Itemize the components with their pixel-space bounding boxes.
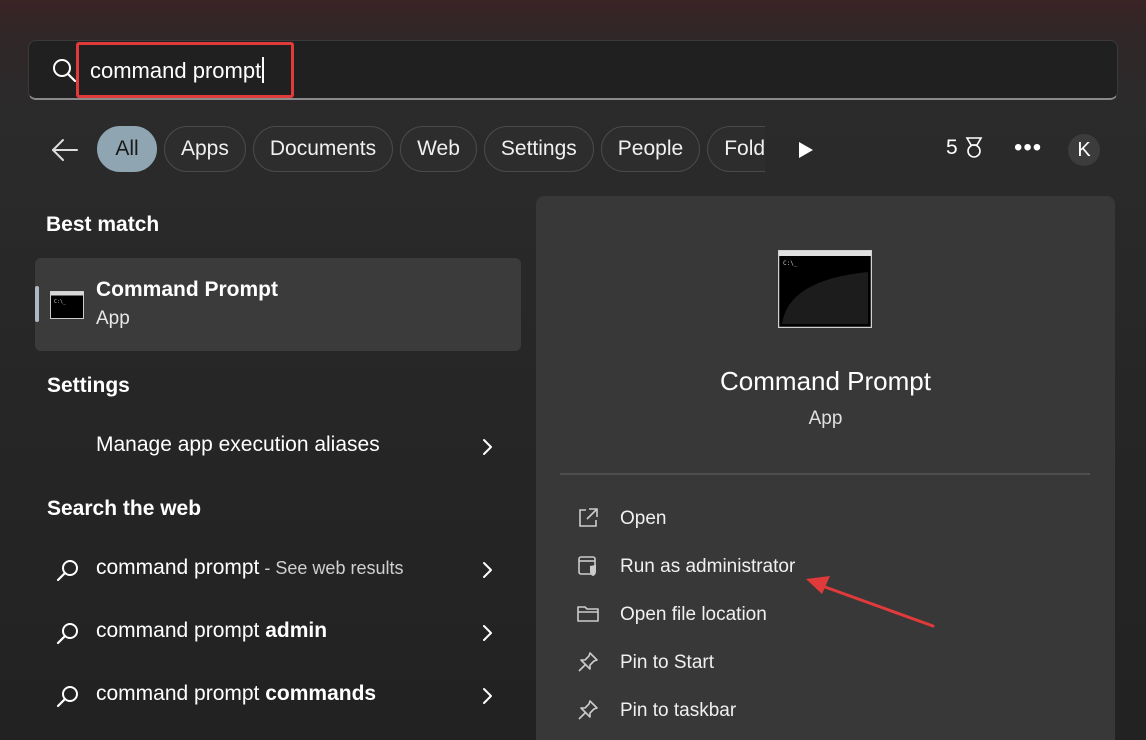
settings-item-label: Manage app execution aliases bbox=[96, 433, 380, 456]
tab-apps[interactable]: Apps bbox=[164, 126, 246, 172]
web-result-item[interactable]: command prompt commands bbox=[35, 668, 521, 724]
rewards-points[interactable]: 5 bbox=[946, 136, 986, 160]
tab-web[interactable]: Web bbox=[400, 126, 477, 172]
web-result-label: command prompt - See web results bbox=[96, 556, 404, 579]
admin-shield-icon bbox=[578, 556, 596, 576]
web-result-item[interactable]: command prompt admin bbox=[35, 605, 521, 661]
action-open[interactable]: Open bbox=[576, 502, 1056, 538]
tab-people[interactable]: People bbox=[600, 126, 701, 172]
svg-text:C:\_: C:\_ bbox=[54, 299, 67, 305]
search-icon bbox=[56, 686, 78, 708]
action-pin-to-taskbar[interactable]: Pin to taskbar bbox=[576, 694, 1056, 730]
tab-folders[interactable]: Fold bbox=[707, 126, 766, 172]
best-match-title: Command Prompt bbox=[96, 278, 279, 301]
web-result-label: command prompt commands bbox=[96, 682, 377, 705]
detail-subtitle: App bbox=[808, 408, 843, 429]
chevron-right-icon bbox=[483, 562, 492, 578]
search-icon bbox=[53, 59, 77, 83]
divider bbox=[560, 473, 1090, 475]
detail-panel: C:\_ Command Prompt App Open Run as admi… bbox=[536, 196, 1115, 740]
command-prompt-large-icon: C:\_ bbox=[778, 250, 872, 328]
pin-icon bbox=[578, 652, 598, 672]
web-result-item[interactable]: command prompt - See web results bbox=[35, 542, 521, 598]
search-icon bbox=[56, 623, 78, 645]
tab-documents[interactable]: Documents bbox=[252, 126, 394, 172]
more-options-icon[interactable]: ••• bbox=[1014, 134, 1042, 162]
tab-all[interactable]: All bbox=[97, 126, 157, 172]
search-icon bbox=[56, 560, 78, 582]
web-result-label: command prompt admin bbox=[96, 619, 328, 642]
svg-text:C:\_: C:\_ bbox=[783, 260, 798, 267]
settings-heading: Settings bbox=[47, 374, 130, 397]
avatar[interactable]: K bbox=[1068, 134, 1100, 166]
chevron-right-icon bbox=[483, 439, 492, 455]
selection-indicator bbox=[35, 286, 39, 322]
tab-settings[interactable]: Settings bbox=[483, 126, 594, 172]
scroll-right-icon[interactable] bbox=[796, 139, 816, 161]
search-web-heading: Search the web bbox=[47, 497, 202, 520]
best-match-item[interactable]: C:\_ Command Prompt App bbox=[35, 258, 521, 351]
filter-chips: All Apps Documents Web Settings People Fold bbox=[97, 126, 771, 174]
open-external-icon bbox=[579, 508, 598, 527]
pin-icon bbox=[578, 700, 598, 720]
folder-icon bbox=[577, 606, 599, 622]
best-match-heading: Best match bbox=[46, 213, 160, 236]
chevron-right-icon bbox=[483, 625, 492, 641]
chevron-right-icon bbox=[483, 688, 492, 704]
settings-item-aliases[interactable]: Manage app execution aliases bbox=[35, 419, 521, 475]
detail-title: Command Prompt bbox=[720, 366, 931, 396]
annotation-arrow bbox=[806, 576, 935, 628]
points-count: 5 bbox=[946, 136, 958, 159]
search-input-highlight bbox=[76, 42, 294, 98]
back-arrow-icon[interactable] bbox=[48, 134, 80, 166]
medal-icon bbox=[965, 137, 983, 158]
command-prompt-icon: C:\_ bbox=[50, 291, 84, 319]
best-match-subtitle: App bbox=[96, 308, 130, 329]
action-pin-to-start[interactable]: Pin to Start bbox=[576, 646, 1056, 682]
